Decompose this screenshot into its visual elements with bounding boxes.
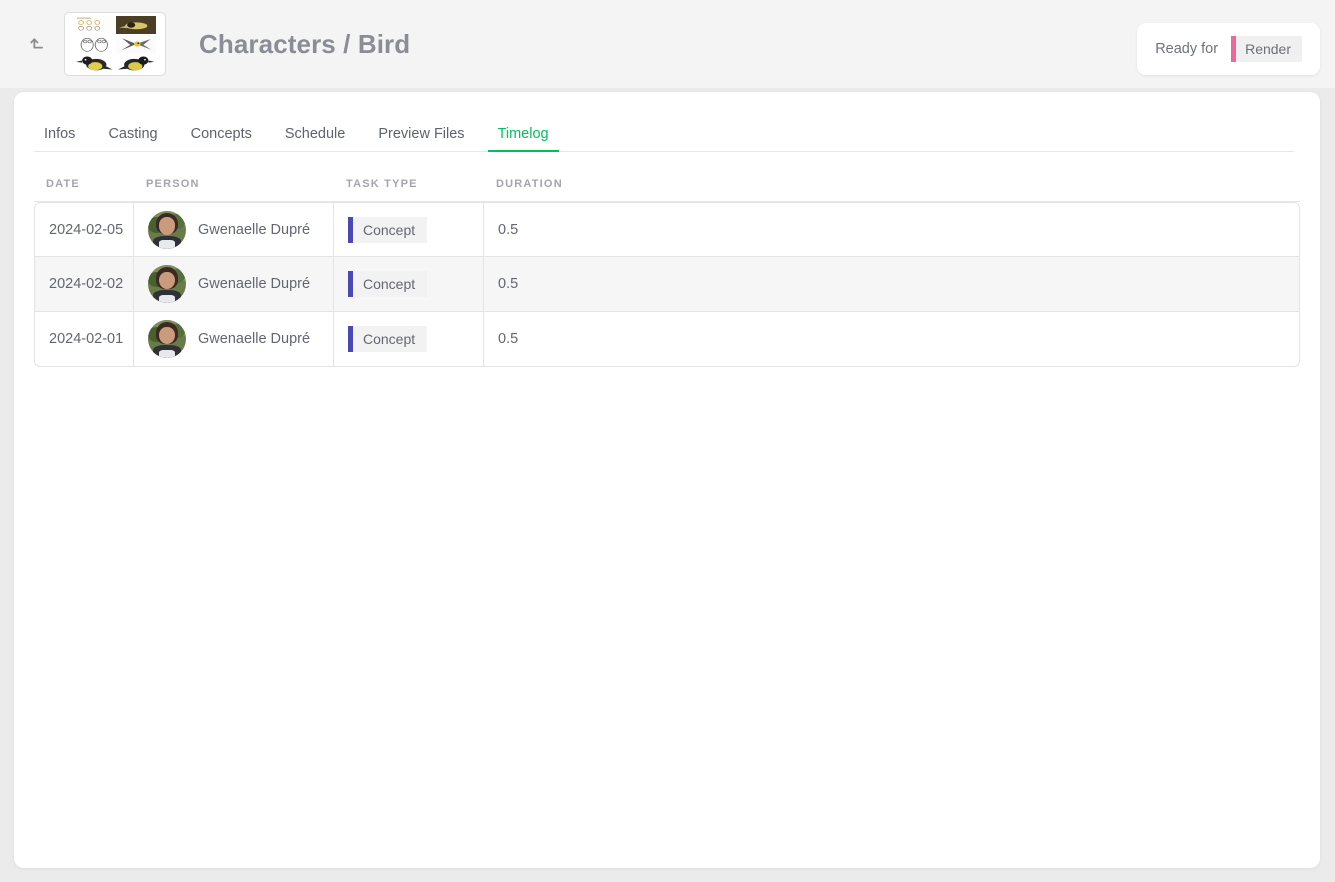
task-type-chip[interactable]: Concept: [348, 271, 428, 297]
task-type-chip[interactable]: Concept: [348, 216, 428, 243]
status-label: Ready for: [1155, 41, 1219, 57]
status-chip[interactable]: Render: [1231, 36, 1302, 62]
person-cell: Gwenaelle Dupré: [148, 320, 333, 358]
cell-person: Gwenaelle Dupré: [134, 202, 334, 257]
timelog-table: DATE PERSON TASK TYPE DURATION 2024-02-0…: [34, 178, 1300, 367]
cell-duration: 0.5: [484, 202, 1300, 257]
task-type-label: Concept: [363, 276, 416, 292]
table-row[interactable]: 2024-02-02 Gwenaelle Dupré Concept 0.5: [34, 257, 1300, 312]
cell-person: Gwenaelle Dupré: [134, 257, 334, 312]
task-type-chip[interactable]: Concept: [348, 326, 428, 352]
entity-thumbnail[interactable]: [64, 12, 166, 76]
task-type-label: Concept: [363, 221, 416, 238]
page-title: Characters / Bird: [199, 28, 411, 59]
thumb-cell-owls: [74, 35, 115, 53]
cell-person: Gwenaelle Dupré: [134, 312, 334, 367]
cell-date: 2024-02-02: [34, 257, 134, 312]
cell-date: 2024-02-01: [34, 312, 134, 367]
table-row[interactable]: 2024-02-01 Gwenaelle Dupré Concept 0.5: [34, 312, 1300, 367]
thumb-cell-tit-right: [115, 54, 156, 72]
status-chip-label: Render: [1245, 41, 1291, 57]
thumb-cell-bird-dark: [115, 16, 156, 34]
thumb-cell-tit-left: [74, 54, 115, 72]
person-name: Gwenaelle Dupré: [198, 221, 311, 238]
cell-duration: 0.5: [484, 257, 1300, 312]
avatar[interactable]: [148, 210, 186, 249]
person-cell: Gwenaelle Dupré: [148, 210, 333, 249]
cell-task-type: Concept: [334, 202, 484, 257]
avatar[interactable]: [148, 320, 186, 358]
app-header: Characters / Bird Ready for Render: [0, 0, 1335, 88]
cell-task-type: Concept: [334, 257, 484, 312]
person-name: Gwenaelle Dupré: [198, 331, 311, 347]
thumbnail-grid: [74, 16, 156, 72]
sketch-sheet-art: [74, 16, 115, 34]
tab-concepts[interactable]: Concepts: [181, 126, 262, 151]
person-cell: Gwenaelle Dupré: [148, 265, 333, 303]
cell-task-type: Concept: [334, 312, 484, 367]
tab-casting[interactable]: Casting: [98, 126, 167, 151]
status-badge[interactable]: Ready for Render: [1137, 23, 1320, 75]
table-header: DATE PERSON TASK TYPE DURATION: [34, 178, 1300, 202]
great-tit-left-art: [74, 54, 115, 72]
timelog-table-container: DATE PERSON TASK TYPE DURATION 2024-02-0…: [34, 178, 1300, 367]
avatar[interactable]: [148, 265, 186, 303]
table-row[interactable]: 2024-02-05 Gwenaelle Dupré Concept 0.5: [34, 202, 1300, 257]
cell-date: 2024-02-05: [34, 202, 134, 257]
owl-pair-art: [74, 35, 115, 53]
tab-bar: Infos Casting Concepts Schedule Preview …: [34, 116, 1294, 152]
person-name: Gwenaelle Dupré: [198, 276, 311, 292]
task-type-label: Concept: [363, 331, 416, 347]
return-arrow-icon: [30, 38, 43, 49]
tab-infos[interactable]: Infos: [34, 126, 85, 151]
tab-preview-files[interactable]: Preview Files: [368, 126, 474, 151]
tab-schedule[interactable]: Schedule: [275, 126, 355, 151]
thumb-cell-flying-bird: [115, 35, 156, 53]
great-tit-right-art: [115, 54, 156, 72]
tab-timelog[interactable]: Timelog: [487, 126, 559, 152]
main-content-card: Infos Casting Concepts Schedule Preview …: [14, 92, 1320, 868]
column-header-task-type[interactable]: TASK TYPE: [334, 178, 484, 202]
table-header-row: DATE PERSON TASK TYPE DURATION: [34, 178, 1300, 202]
bird-dark-art: [115, 16, 156, 34]
back-button[interactable]: [18, 24, 58, 64]
table-body: 2024-02-05 Gwenaelle Dupré Concept 0.5 2…: [34, 202, 1300, 367]
column-header-duration[interactable]: DURATION: [484, 178, 1300, 202]
column-header-date[interactable]: DATE: [34, 178, 134, 202]
column-header-person[interactable]: PERSON: [134, 178, 334, 202]
flying-bird-art: [115, 35, 156, 53]
thumb-cell-sketch-sheet: [74, 16, 115, 34]
cell-duration: 0.5: [484, 312, 1300, 367]
